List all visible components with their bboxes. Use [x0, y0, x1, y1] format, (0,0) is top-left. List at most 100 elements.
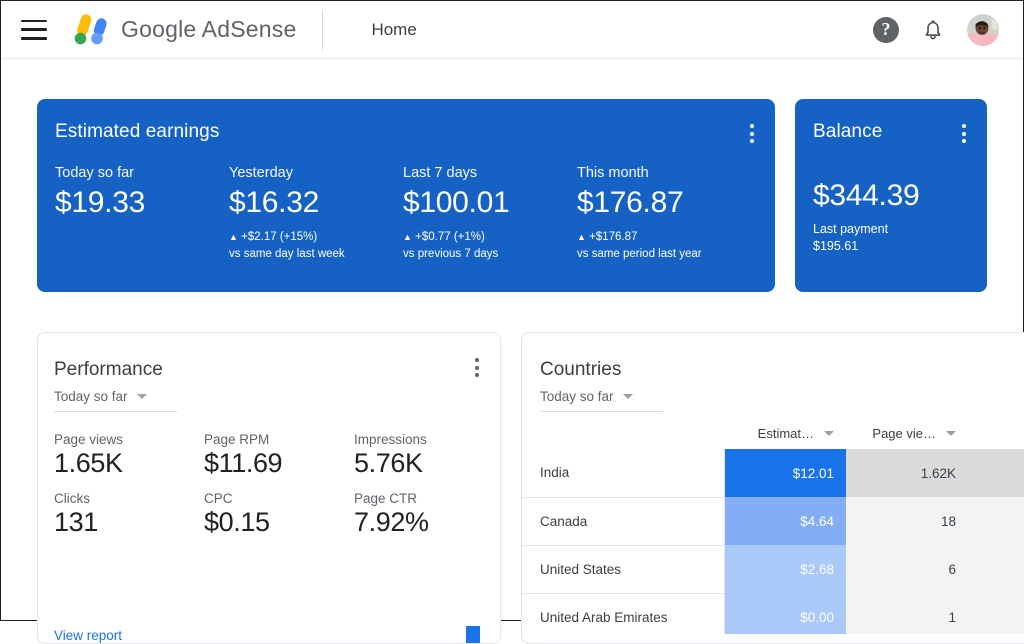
- metric-label: Page RPM: [204, 432, 270, 447]
- countries-date-range-dropdown[interactable]: Today so far: [540, 385, 663, 412]
- balance-card: Balance $344.39 Last payment $195.61: [795, 99, 987, 292]
- chevron-down-icon: [946, 431, 956, 436]
- metric-impressions: Impressions 5.76K: [354, 432, 480, 479]
- details-row: Performance Today so far Page views 1.65…: [37, 332, 1024, 644]
- table-row[interactable]: United Arab Emirates $0.00 1 0: [522, 593, 1024, 634]
- column-header-page-views[interactable]: Page vie…: [846, 412, 968, 449]
- metric-delta: ▲ +$0.77 (+1%): [403, 229, 577, 246]
- metric-delta: ▲ +$176.87: [577, 229, 751, 246]
- metric-value: 1.65K: [54, 448, 123, 478]
- cell-clicks: 124: [968, 449, 1024, 497]
- summary-row: Estimated earnings Today so far $19.33 Y…: [37, 99, 987, 292]
- cell-estimated-earnings: $0.00: [724, 593, 846, 634]
- page-title: Home: [371, 19, 417, 39]
- metric-value: $19.33: [55, 186, 145, 219]
- countries-card-title: Countries: [540, 359, 622, 380]
- countries-table-scroll[interactable]: Estimat… Page vie… India $12.01 1.62K Ca…: [522, 412, 1024, 634]
- performance-date-range-dropdown[interactable]: Today so far: [54, 385, 177, 412]
- earnings-metric-today: Today so far $19.33: [55, 165, 229, 262]
- bar-chart-icon[interactable]: [466, 626, 480, 643]
- cell-country: United States: [522, 545, 725, 594]
- column-header-country: [522, 412, 724, 449]
- user-avatar[interactable]: [967, 13, 999, 46]
- balance-more-options-icon[interactable]: [959, 121, 969, 146]
- cell-page-views: 6: [846, 545, 968, 593]
- performance-metrics: Page views 1.65K Page RPM $11.69 Impress…: [54, 432, 480, 538]
- chevron-down-icon: [622, 394, 633, 399]
- cell-clicks: 3: [968, 545, 1024, 593]
- cell-page-views: 18: [846, 497, 968, 545]
- cell-estimated-earnings: $4.64: [724, 497, 846, 545]
- performance-card: Performance Today so far Page views 1.65…: [37, 332, 501, 644]
- metric-value: $100.01: [403, 186, 510, 219]
- dropdown-value: Today so far: [540, 389, 614, 404]
- metric-page-views: Page views 1.65K: [54, 432, 204, 479]
- earnings-metrics: Today so far $19.33 Yesterday $16.32 ▲ +…: [55, 165, 751, 262]
- cell-country: India: [522, 449, 725, 498]
- metric-delta-caption: vs previous 7 days: [403, 247, 499, 260]
- metric-label: Impressions: [354, 432, 427, 447]
- metric-label: CPC: [204, 491, 233, 506]
- metric-label: Last 7 days: [403, 165, 478, 181]
- metric-page-ctr: Page CTR 7.92%: [354, 491, 480, 538]
- metric-value: 7.92%: [354, 507, 429, 537]
- metric-label: Today so far: [55, 165, 134, 181]
- column-header-label: Page vie…: [872, 426, 936, 441]
- metric-label: Page CTR: [354, 491, 418, 506]
- metric-clicks: Clicks 131: [54, 491, 204, 538]
- trend-up-icon: ▲: [229, 232, 238, 242]
- cell-country: Canada: [522, 497, 725, 546]
- performance-more-options-icon[interactable]: [472, 355, 482, 380]
- column-header-clicks[interactable]: Clicks: [968, 412, 1024, 449]
- last-payment-value: $195.61: [813, 238, 859, 253]
- metric-label: This month: [577, 165, 649, 181]
- header-divider: [322, 9, 324, 50]
- earnings-card-title: Estimated earnings: [55, 121, 220, 142]
- column-header-estimated-earnings[interactable]: Estimat…: [724, 412, 846, 449]
- metric-delta: ▲ +$2.17 (+15%): [229, 229, 403, 246]
- chevron-down-icon: [824, 431, 834, 436]
- balance-last-payment: Last payment $195.61: [813, 221, 967, 255]
- brand-name: Google AdSense: [121, 16, 297, 42]
- avatar-image: [967, 13, 999, 46]
- cell-page-views: 1: [846, 593, 968, 634]
- metric-delta-value: +$176.87: [589, 231, 638, 243]
- table-row[interactable]: United States $2.68 6 3: [522, 545, 1024, 594]
- metric-label: Yesterday: [229, 165, 293, 181]
- metric-value: 5.76K: [354, 448, 423, 478]
- metric-label: Clicks: [54, 491, 90, 506]
- earnings-metric-this-month: This month $176.87 ▲ +$176.87 vs same pe…: [577, 165, 751, 262]
- main-content: Estimated earnings Today so far $19.33 Y…: [1, 99, 1024, 644]
- countries-table: Estimat… Page vie… India $12.01 1.62K Ca…: [522, 412, 1024, 634]
- cell-estimated-earnings: $12.01: [724, 449, 846, 497]
- countries-table-head: Estimat… Page vie…: [522, 412, 1024, 449]
- chevron-down-icon: [136, 394, 147, 399]
- appbar-actions: ?: [873, 13, 999, 46]
- cell-estimated-earnings: $2.68: [724, 545, 846, 593]
- dropdown-value: Today so far: [54, 389, 128, 404]
- metric-value: $0.15: [204, 507, 270, 537]
- view-report-link[interactable]: View report: [54, 628, 122, 643]
- brand[interactable]: Google AdSense: [69, 13, 296, 47]
- performance-card-title: Performance: [54, 359, 163, 380]
- cell-country: United Arab Emirates: [522, 593, 725, 634]
- metric-label: Page views: [54, 432, 124, 447]
- help-icon[interactable]: ?: [873, 16, 899, 43]
- metric-cpc: CPC $0.15: [204, 491, 354, 538]
- earnings-metric-yesterday: Yesterday $16.32 ▲ +$2.17 (+15%) vs same…: [229, 165, 403, 262]
- cell-clicks: 0: [968, 593, 1024, 634]
- table-row[interactable]: India $12.01 1.62K 124: [522, 449, 1024, 498]
- metric-delta-caption: vs same period last year: [577, 247, 702, 260]
- countries-card: Countries Today so far Estimat… Page vie…: [521, 332, 1024, 644]
- metric-delta-value: +$2.17 (+15%): [241, 231, 318, 243]
- balance-value: $344.39: [813, 179, 920, 212]
- trend-up-icon: ▲: [403, 232, 412, 242]
- notifications-bell-icon[interactable]: [921, 17, 945, 43]
- metric-value: $16.32: [229, 186, 319, 219]
- table-row[interactable]: Canada $4.64 18 4: [522, 497, 1024, 546]
- app-bar: Google AdSense Home ?: [1, 1, 1023, 59]
- last-payment-label: Last payment: [813, 222, 889, 236]
- earnings-more-options-icon[interactable]: [747, 121, 757, 146]
- hamburger-menu-icon[interactable]: [21, 19, 47, 40]
- earnings-metric-last-7-days: Last 7 days $100.01 ▲ +$0.77 (+1%) vs pr…: [403, 165, 577, 262]
